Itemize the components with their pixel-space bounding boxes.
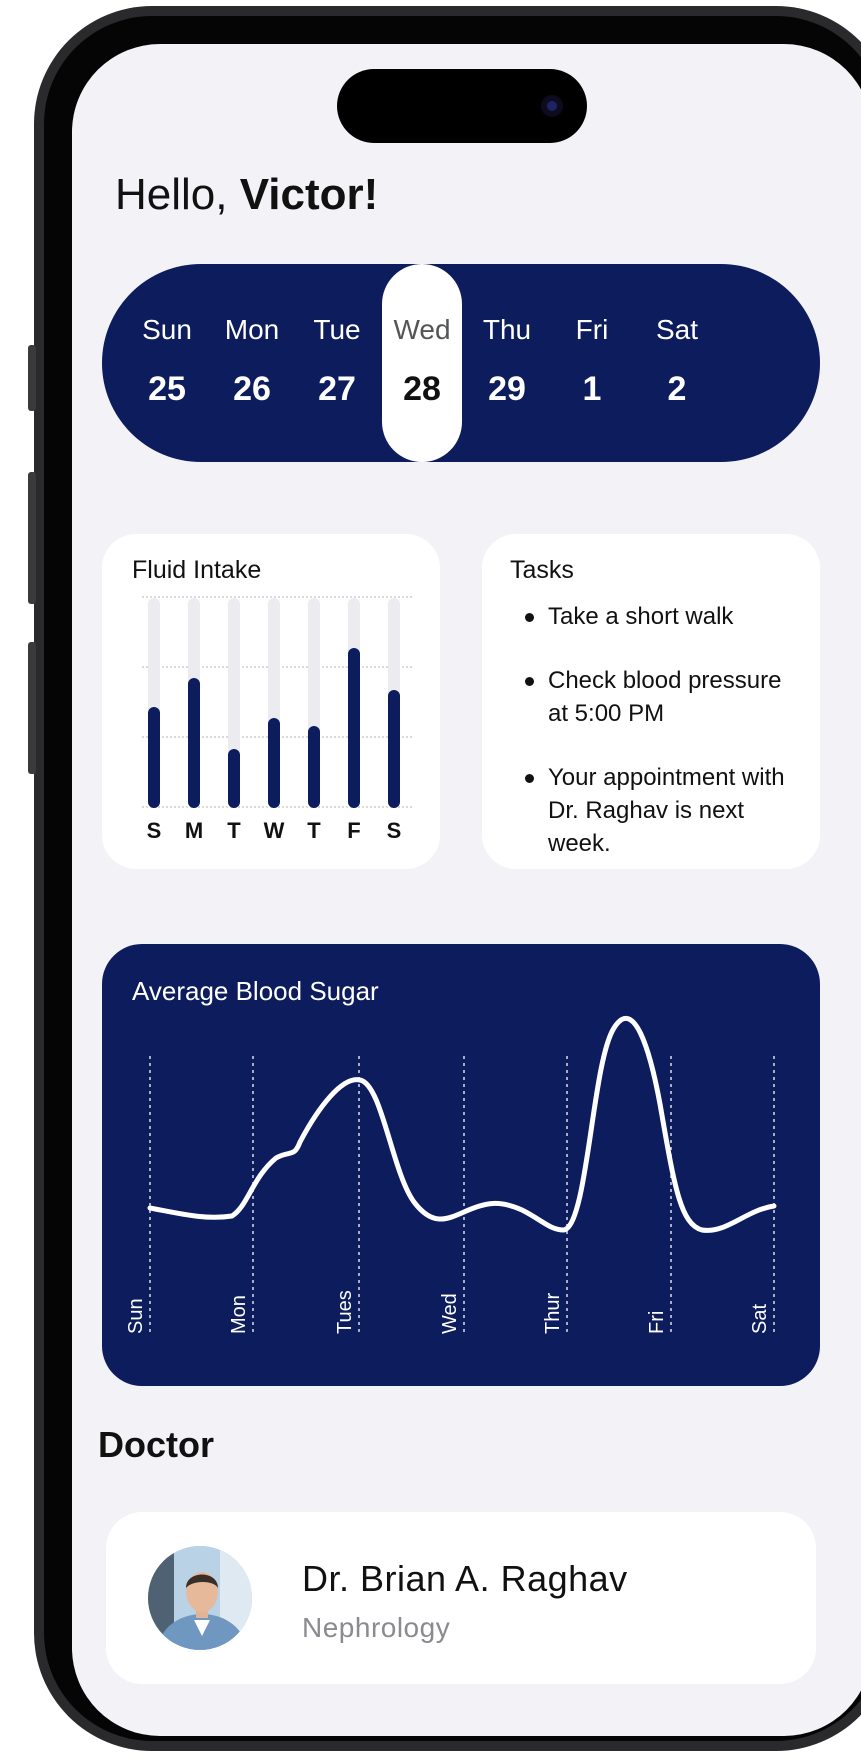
day-name: Thu — [482, 314, 532, 345]
day-cell-mon[interactable]: Mon 26 — [212, 264, 292, 462]
greeting: Hello, Victor! — [115, 170, 378, 220]
fluid-bar-track — [188, 598, 200, 808]
avatar[interactable] — [148, 1546, 252, 1650]
doctor-specialty: Nephrology — [302, 1612, 451, 1643]
day-name: Sat — [655, 314, 699, 345]
fluid-day-label: S — [146, 818, 162, 843]
day-number: 29 — [488, 370, 526, 408]
doctor-section-heading: Doctor — [98, 1424, 214, 1465]
sugar-day-label: Sun — [125, 1298, 147, 1334]
task-item[interactable]: Take a short walk — [516, 600, 806, 633]
day-number: 27 — [318, 370, 356, 408]
volume-down-button — [28, 642, 36, 774]
fluid-bar — [348, 648, 360, 808]
fluid-day-label: T — [307, 818, 321, 843]
fluid-bar — [308, 726, 320, 808]
blood-sugar-curve — [147, 1016, 777, 1233]
fluid-day-label: T — [227, 818, 241, 843]
grid-line — [142, 596, 412, 598]
day-cell-tue[interactable]: Tue 27 — [297, 264, 377, 462]
tasks-title: Tasks — [510, 556, 574, 584]
doctor-avatar-icon — [148, 1546, 252, 1650]
fluid-bar — [188, 677, 200, 808]
sugar-day-label: Tues — [334, 1290, 356, 1334]
fluid-bar-track — [228, 598, 240, 808]
blood-sugar-card[interactable]: Average Blood Sugar Sun Mon Tues Wed Thu… — [102, 944, 820, 1386]
day-number: 25 — [148, 370, 186, 408]
doctor-card[interactable]: Dr. Brian A. Raghav Nephrology — [106, 1512, 816, 1684]
day-number: 2 — [667, 370, 687, 408]
day-cell-wed-selected[interactable]: Wed 28 — [382, 264, 462, 462]
day-name: Sun — [142, 314, 192, 345]
day-name: Fri — [575, 314, 609, 345]
task-item[interactable]: Your appointment with Dr. Raghav is next… — [516, 761, 806, 860]
day-name: Tue — [313, 314, 361, 345]
greeting-user-name: Victor! — [239, 170, 379, 219]
camera-icon — [541, 95, 563, 117]
sugar-day-label: Wed — [439, 1293, 461, 1334]
fluid-intake-card[interactable]: Fluid Intake S M T W T F S — [102, 534, 440, 869]
fluid-bar — [268, 717, 280, 808]
fluid-day-label: F — [347, 818, 361, 843]
day-number: 1 — [582, 370, 602, 408]
blood-sugar-chart: Sun Mon Tues Wed Thur Fri Sat — [125, 1016, 777, 1334]
fluid-bar — [148, 707, 160, 808]
fluid-bar-track — [348, 598, 360, 808]
fluid-day-label: S — [386, 818, 402, 843]
day-cell-sat[interactable]: Sat 2 — [637, 264, 717, 462]
sugar-day-label: Fri — [646, 1311, 668, 1334]
day-cell-thu[interactable]: Thu 29 — [467, 264, 547, 462]
fluid-bar — [388, 690, 400, 808]
fluid-day-label: M — [184, 818, 204, 843]
fluid-bar-track — [388, 598, 400, 808]
day-name: Mon — [224, 314, 280, 345]
day-name: Wed — [393, 314, 451, 345]
day-cell-fri[interactable]: Fri 1 — [552, 264, 632, 462]
app-screen: Hello, Victor! Sun 25 Mon 26 Tue 27 Wed … — [72, 44, 861, 1736]
fluid-intake-title: Fluid Intake — [132, 556, 262, 584]
day-cell-sun[interactable]: Sun 25 — [127, 264, 207, 462]
fluid-day-label: W — [263, 818, 285, 843]
day-number: 28 — [403, 370, 441, 408]
greeting-prefix: Hello, — [115, 170, 228, 219]
task-item[interactable]: Check blood pressure at 5:00 PM — [516, 664, 806, 730]
day-number: 26 — [233, 370, 271, 408]
tasks-card[interactable]: Tasks Take a short walk Check blood pres… — [482, 534, 820, 869]
tasks-list: Take a short walk Check blood pressure a… — [516, 600, 806, 891]
action-button — [28, 345, 36, 411]
fluid-bar — [228, 749, 240, 808]
fluid-bar-track — [148, 598, 160, 808]
fluid-bar-track — [268, 598, 280, 808]
volume-up-button — [28, 472, 36, 604]
sugar-day-label: Mon — [228, 1295, 250, 1334]
fluid-bar-track — [308, 598, 320, 808]
sugar-day-label: Thur — [542, 1293, 564, 1334]
dynamic-island — [337, 69, 587, 143]
sugar-day-label: Sat — [749, 1304, 771, 1334]
doctor-name: Dr. Brian A. Raghav — [302, 1558, 628, 1599]
week-calendar-strip: Sun 25 Mon 26 Tue 27 Wed 28 Thu 29 Fri 1… — [102, 264, 820, 462]
